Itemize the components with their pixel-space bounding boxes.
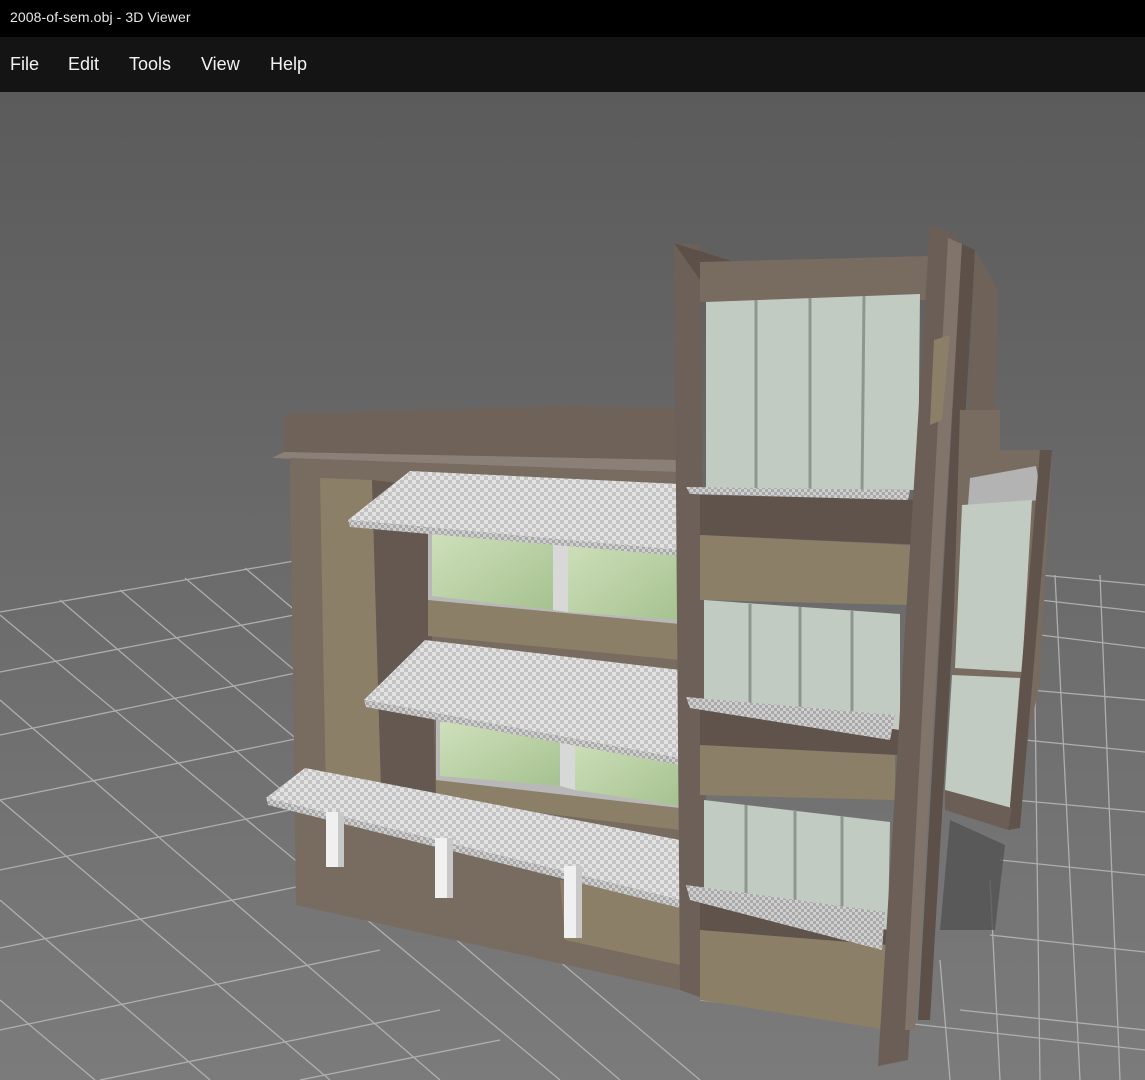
menu-bar: File Edit Tools View Help bbox=[0, 37, 1145, 92]
menu-help[interactable]: Help bbox=[270, 54, 307, 75]
window-title: 2008-of-sem.obj - 3D Viewer bbox=[10, 9, 191, 25]
building-model-render[interactable] bbox=[0, 92, 1145, 1080]
tower-glass-top bbox=[706, 294, 920, 493]
3d-viewport[interactable] bbox=[0, 92, 1145, 1080]
left-accent-column bbox=[320, 478, 382, 822]
title-bar: 2008-of-sem.obj - 3D Viewer bbox=[0, 0, 1145, 37]
menu-view[interactable]: View bbox=[201, 54, 240, 75]
menu-tools[interactable]: Tools bbox=[129, 54, 171, 75]
menu-file[interactable]: File bbox=[10, 54, 39, 75]
menu-edit[interactable]: Edit bbox=[68, 54, 99, 75]
